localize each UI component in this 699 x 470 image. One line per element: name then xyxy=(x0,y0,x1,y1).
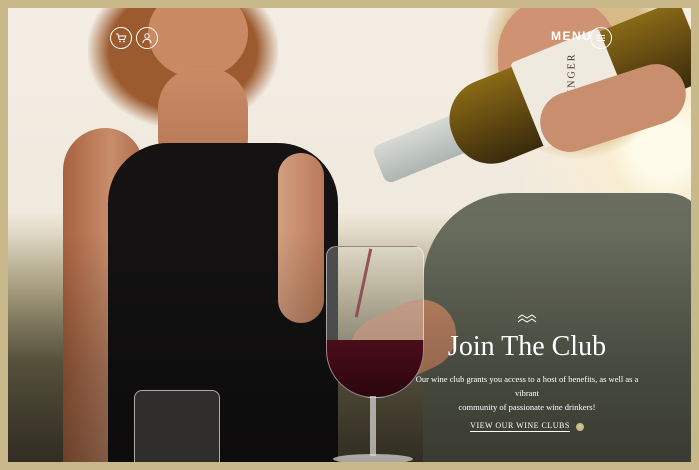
menu-button[interactable] xyxy=(590,27,612,49)
join-club-promo: Join The Club Our wine club grants you a… xyxy=(404,314,650,433)
arrow-right-icon[interactable]: › xyxy=(575,422,584,431)
view-wine-clubs-link[interactable]: VIEW OUR WINE CLUBS › xyxy=(470,421,584,432)
wine-glass-left xyxy=(134,390,220,462)
promo-description-line-1: Our wine club grants you access to a hos… xyxy=(415,374,639,398)
hamburger-icon xyxy=(597,35,605,41)
page-frame: REININGER MENU Join The Club Our wine cl… xyxy=(0,0,699,470)
wave-icon xyxy=(517,314,537,323)
promo-title: Join The Club xyxy=(447,331,607,362)
wine-glass-foot xyxy=(333,454,413,462)
shopping-cart-icon xyxy=(116,33,127,43)
promo-description: Our wine club grants you access to a hos… xyxy=(404,372,650,414)
account-button[interactable] xyxy=(136,27,158,49)
user-icon xyxy=(142,33,152,44)
menu-label[interactable]: MENU xyxy=(551,29,592,43)
cart-button[interactable] xyxy=(110,27,132,49)
promo-description-line-2: community of passionate wine drinkers! xyxy=(458,402,596,412)
wine-glass-stem xyxy=(370,396,376,456)
view-wine-clubs-label[interactable]: VIEW OUR WINE CLUBS xyxy=(470,421,570,432)
